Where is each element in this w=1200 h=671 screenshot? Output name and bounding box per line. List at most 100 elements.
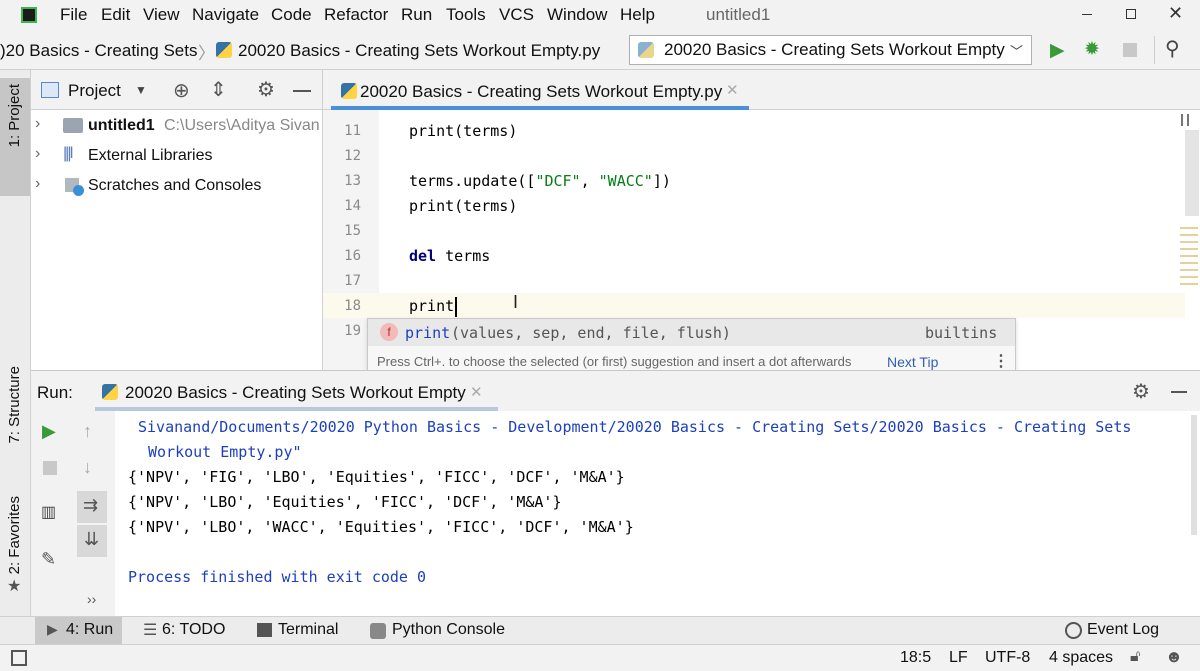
hide-icon[interactable] <box>1171 391 1187 393</box>
code-line-11[interactable]: print(terms) <box>409 122 517 140</box>
up-arrow-icon[interactable]: ↑ <box>83 421 92 442</box>
rerun-icon[interactable]: ▶ <box>42 421 56 442</box>
line-number: 16 <box>344 248 361 264</box>
menu-tools[interactable]: Tools <box>446 5 486 25</box>
line-separator[interactable]: LF <box>949 649 968 667</box>
close-icon[interactable]: ✕ <box>1168 3 1183 24</box>
menu-navigate[interactable]: Navigate <box>192 5 259 25</box>
python-file-icon <box>341 83 357 99</box>
next-tip-link[interactable]: Next Tip <box>887 354 938 370</box>
chevron-right-icon[interactable]: › <box>35 115 40 133</box>
gear-icon[interactable]: ⚙ <box>257 77 275 102</box>
menu-window[interactable]: Window <box>547 5 607 25</box>
dropdown-arrow-icon[interactable]: ▼ <box>135 83 147 97</box>
project-panel: Project ▼ ⊕ ⇕ ⚙ › untitled1 C:\Users\Adi… <box>31 70 322 370</box>
menu-view[interactable]: View <box>143 5 180 25</box>
output-path-line-1: Sivanand/Documents/20020 Python Basics -… <box>138 418 1132 436</box>
gear-icon[interactable]: ⚙ <box>1132 379 1150 404</box>
menu-edit[interactable]: Edit <box>101 5 130 25</box>
tab-project[interactable]: 1: Project <box>0 78 30 196</box>
stop-icon[interactable] <box>1123 43 1137 57</box>
lock-icon[interactable]: 🔓︎ <box>1130 648 1140 666</box>
line-number: 11 <box>344 123 361 139</box>
tab-structure[interactable]: 7: Structure <box>6 366 23 444</box>
chevron-right-icon[interactable]: › <box>35 175 40 193</box>
scroll-end-icon: ⇊ <box>84 529 100 549</box>
left-tool-strip: 1: Project 7: Structure 2: Favorites ★ <box>0 70 31 642</box>
keyword: del <box>409 247 437 265</box>
python-config-icon <box>638 42 654 58</box>
todo-icon: ☰ <box>143 622 158 639</box>
tab-event-log[interactable]: Event Log <box>1087 621 1159 639</box>
project-title[interactable]: Project <box>68 81 121 101</box>
output-scrollbar[interactable] <box>1191 415 1197 535</box>
run-toolbar: ▶ ↑ ↓ ▥ ⇉ ⇊ ✎ ›› <box>31 411 115 617</box>
debug-icon[interactable]: ✹ <box>1084 38 1100 61</box>
minimize-icon[interactable] <box>1082 14 1092 15</box>
tab-favorites[interactable]: 2: Favorites <box>6 496 23 574</box>
line-number: 12 <box>344 148 361 164</box>
menu-run[interactable]: Run <box>401 5 432 25</box>
more-icon[interactable]: ›› <box>87 591 96 607</box>
chevron-down-icon: ﹀ <box>1010 44 1024 59</box>
tab-run[interactable]: ▶ 4: Run <box>35 617 122 644</box>
event-log-icon <box>1065 622 1082 639</box>
suggestion-row[interactable]: f print (values, sep, end, file, flush) … <box>368 319 1015 346</box>
menu-file[interactable]: File <box>60 5 87 25</box>
inspector-icon[interactable]: ☻ <box>1165 647 1183 667</box>
locate-icon[interactable]: ⊕ <box>173 78 190 103</box>
code-line-16[interactable]: del terms <box>409 247 490 265</box>
maximize-icon[interactable] <box>1126 9 1136 19</box>
run-tab[interactable]: 20020 Basics - Creating Sets Workout Emp… <box>95 371 498 411</box>
scrollbar[interactable] <box>1185 130 1199 216</box>
function-badge-icon: f <box>380 323 398 341</box>
scroll-markers <box>1180 222 1198 288</box>
run-config-select[interactable]: 20020 Basics - Creating Sets Workout Emp… <box>629 35 1032 65</box>
caret-position[interactable]: 18:5 <box>900 649 931 667</box>
hide-icon[interactable] <box>293 90 311 92</box>
toggle-tool-windows-icon[interactable] <box>11 650 27 666</box>
text-cursor-icon: I <box>513 292 519 312</box>
window-title: untitled1 <box>706 5 771 24</box>
tab-python-console[interactable]: Python Console <box>392 621 505 639</box>
layout-icon[interactable]: ▥ <box>41 502 56 522</box>
menu-help[interactable]: Help <box>620 5 655 25</box>
run-config-label: 20020 Basics - Creating Sets Workout Emp… <box>664 40 1005 59</box>
down-arrow-icon[interactable]: ↓ <box>83 457 92 478</box>
tab-todo[interactable]: 6: TODO <box>162 621 225 639</box>
tree-item-untitled1[interactable]: › untitled1 C:\Users\Aditya Sivan <box>31 112 322 142</box>
tree-item-scratches[interactable]: › Scratches and Consoles <box>31 172 322 202</box>
editor-tab[interactable]: 20020 Basics - Creating Sets Workout Emp… <box>331 70 749 110</box>
folder-icon <box>63 118 83 133</box>
code-line-13[interactable]: terms.update(["DCF", "WACC"]) <box>409 172 671 190</box>
indent-setting[interactable]: 4 spaces <box>1049 649 1113 667</box>
menu-refactor[interactable]: Refactor <box>324 5 388 25</box>
menu-code[interactable]: Code <box>271 5 312 25</box>
tab-terminal[interactable]: Terminal <box>278 621 338 639</box>
collapse-all-icon[interactable]: ⇕ <box>210 77 227 102</box>
chevron-right-icon[interactable]: › <box>35 145 40 163</box>
soft-wrap-toggle[interactable]: ⇉ <box>77 491 107 523</box>
tab-close-icon[interactable]: ✕ <box>470 383 483 401</box>
more-options-icon[interactable]: ⋮ <box>993 351 1009 371</box>
file-encoding[interactable]: UTF-8 <box>985 649 1030 667</box>
code-line-14[interactable]: print(terms) <box>409 197 517 215</box>
tree-item-external-libraries[interactable]: › |||ǀ External Libraries <box>31 142 322 172</box>
stop-icon[interactable] <box>43 461 57 475</box>
pin-icon[interactable]: ✎ <box>41 549 56 570</box>
tab-close-icon[interactable]: ✕ <box>726 81 739 99</box>
text-caret <box>455 297 457 317</box>
python-console-icon <box>370 623 386 639</box>
autocomplete-popup: f print (values, sep, end, file, flush) … <box>367 318 1016 378</box>
suggestion-source: builtins <box>925 324 998 342</box>
search-icon[interactable]: ⚲ <box>1165 36 1180 61</box>
output-set-3: {'NPV', 'LBO', 'WACC', 'Equities', 'FICC… <box>128 518 634 536</box>
breadcrumb-parent[interactable]: )20 Basics - Creating Sets <box>0 41 197 61</box>
run-icon[interactable]: ▶ <box>1050 39 1065 62</box>
breadcrumb-file[interactable]: 20020 Basics - Creating Sets Workout Emp… <box>238 41 600 61</box>
scroll-to-end-toggle[interactable]: ⇊ <box>77 525 107 557</box>
editor-tab-label: 20020 Basics - Creating Sets Workout Emp… <box>360 82 723 101</box>
code-text: terms.update([ <box>409 172 536 190</box>
menu-vcs[interactable]: VCS <box>499 5 534 25</box>
code-line-18[interactable]: print <box>409 297 454 315</box>
